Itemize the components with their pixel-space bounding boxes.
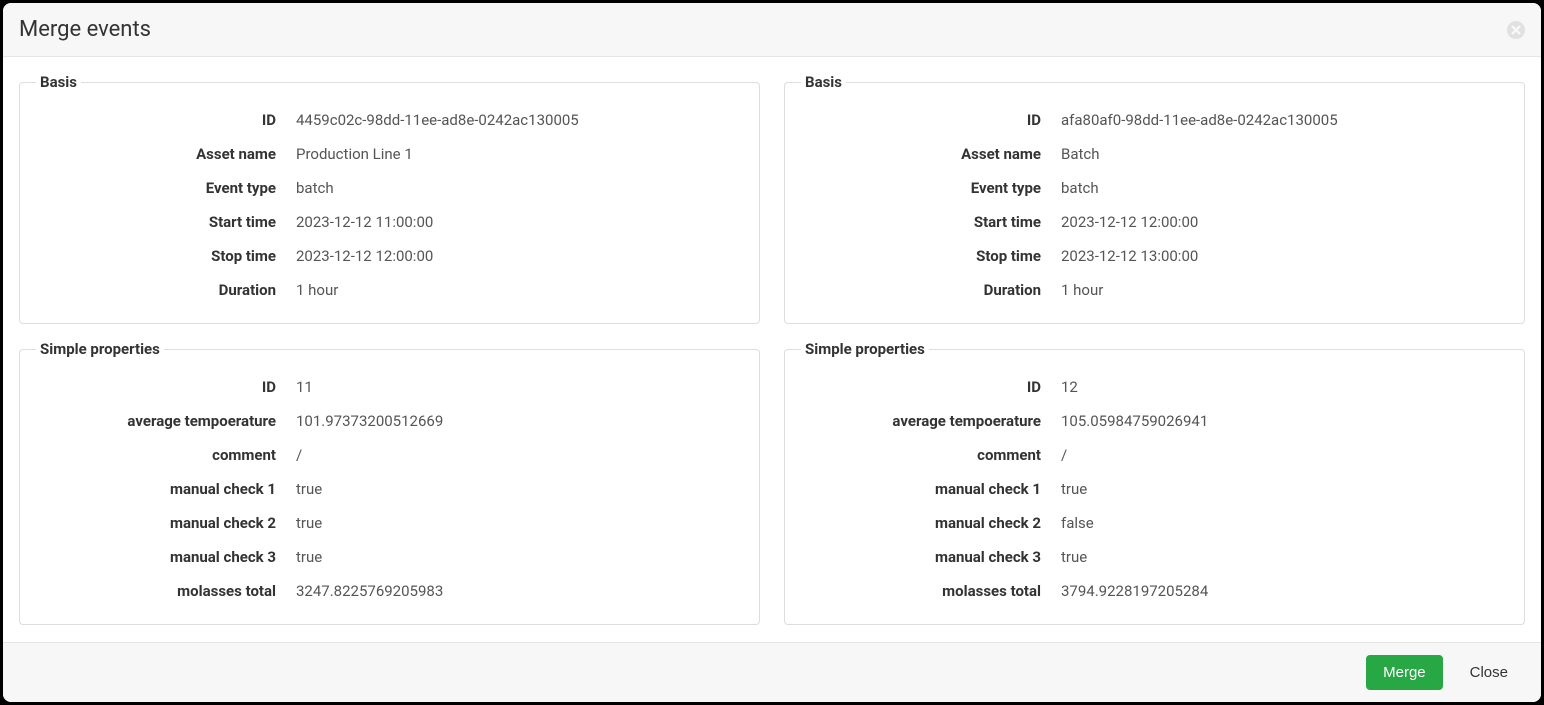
label-start-time: Start time xyxy=(36,213,296,231)
label-molasses-total: molasses total xyxy=(801,582,1061,600)
property-row: manual check 2 false xyxy=(801,506,1508,540)
merge-events-modal: Merge events Basis ID 4459c02c-98dd-11ee… xyxy=(3,3,1541,702)
simple-legend: Simple properties xyxy=(36,340,164,358)
label-avg-temp: average tempoerature xyxy=(36,412,296,430)
property-row: manual check 3 true xyxy=(36,540,743,574)
label-stop-time: Stop time xyxy=(36,247,296,265)
property-row: Stop time 2023-12-12 12:00:00 xyxy=(36,239,743,273)
value-event-type: batch xyxy=(1061,179,1508,197)
property-row: Start time 2023-12-12 12:00:00 xyxy=(801,205,1508,239)
modal-title: Merge events xyxy=(19,17,151,42)
property-row: ID 4459c02c-98dd-11ee-ad8e-0242ac130005 xyxy=(36,103,743,137)
label-manual-check-3: manual check 3 xyxy=(36,548,296,566)
value-start-time: 2023-12-12 12:00:00 xyxy=(1061,213,1508,231)
right-simple-fieldset: Simple properties ID 12 average tempoera… xyxy=(784,340,1525,625)
basis-legend: Basis xyxy=(36,73,81,91)
property-row: ID afa80af0-98dd-11ee-ad8e-0242ac130005 xyxy=(801,103,1508,137)
value-molasses-total: 3247.8225769205983 xyxy=(296,582,743,600)
label-start-time: Start time xyxy=(801,213,1061,231)
property-row: ID 11 xyxy=(36,370,743,404)
modal-body: Basis ID 4459c02c-98dd-11ee-ad8e-0242ac1… xyxy=(3,57,1541,642)
value-avg-temp: 105.05984759026941 xyxy=(1061,412,1508,430)
property-row: manual check 3 true xyxy=(801,540,1508,574)
modal-header: Merge events xyxy=(3,3,1541,57)
label-manual-check-2: manual check 2 xyxy=(36,514,296,532)
label-avg-temp: average tempoerature xyxy=(801,412,1061,430)
property-row: Start time 2023-12-12 11:00:00 xyxy=(36,205,743,239)
label-manual-check-1: manual check 1 xyxy=(36,480,296,498)
property-row: manual check 2 true xyxy=(36,506,743,540)
value-stop-time: 2023-12-12 13:00:00 xyxy=(1061,247,1508,265)
property-row: Asset name Batch xyxy=(801,137,1508,171)
property-row: comment / xyxy=(801,438,1508,472)
close-button[interactable]: Close xyxy=(1453,655,1525,690)
property-row: Asset name Production Line 1 xyxy=(36,137,743,171)
property-row: molasses total 3247.8225769205983 xyxy=(36,574,743,608)
label-manual-check-2: manual check 2 xyxy=(801,514,1061,532)
property-row: Duration 1 hour xyxy=(36,273,743,307)
left-basis-fieldset: Basis ID 4459c02c-98dd-11ee-ad8e-0242ac1… xyxy=(19,73,760,324)
property-row: manual check 1 true xyxy=(36,472,743,506)
value-event-type: batch xyxy=(296,179,743,197)
property-row: Event type batch xyxy=(801,171,1508,205)
label-duration: Duration xyxy=(801,281,1061,299)
value-duration: 1 hour xyxy=(296,281,743,299)
value-id: 12 xyxy=(1061,378,1508,396)
property-row: Event type batch xyxy=(36,171,743,205)
value-manual-check-2: true xyxy=(296,514,743,532)
merge-button[interactable]: Merge xyxy=(1366,655,1443,690)
property-row: Duration 1 hour xyxy=(801,273,1508,307)
value-asset-name: Batch xyxy=(1061,145,1508,163)
value-molasses-total: 3794.9228197205284 xyxy=(1061,582,1508,600)
value-duration: 1 hour xyxy=(1061,281,1508,299)
right-column: Basis ID afa80af0-98dd-11ee-ad8e-0242ac1… xyxy=(784,73,1525,626)
value-comment: / xyxy=(1061,446,1508,464)
label-id: ID xyxy=(801,378,1061,396)
right-basis-fieldset: Basis ID afa80af0-98dd-11ee-ad8e-0242ac1… xyxy=(784,73,1525,324)
label-event-type: Event type xyxy=(36,179,296,197)
label-id: ID xyxy=(801,111,1061,129)
value-manual-check-3: true xyxy=(296,548,743,566)
property-row: manual check 1 true xyxy=(801,472,1508,506)
label-manual-check-3: manual check 3 xyxy=(801,548,1061,566)
label-asset-name: Asset name xyxy=(801,145,1061,163)
close-icon[interactable] xyxy=(1507,21,1525,39)
left-column: Basis ID 4459c02c-98dd-11ee-ad8e-0242ac1… xyxy=(19,73,760,626)
simple-legend: Simple properties xyxy=(801,340,929,358)
label-asset-name: Asset name xyxy=(36,145,296,163)
property-row: molasses total 3794.9228197205284 xyxy=(801,574,1508,608)
label-manual-check-1: manual check 1 xyxy=(801,480,1061,498)
property-row: Stop time 2023-12-12 13:00:00 xyxy=(801,239,1508,273)
value-comment: / xyxy=(296,446,743,464)
property-row: average tempoerature 105.05984759026941 xyxy=(801,404,1508,438)
value-start-time: 2023-12-12 11:00:00 xyxy=(296,213,743,231)
value-id: afa80af0-98dd-11ee-ad8e-0242ac130005 xyxy=(1061,111,1508,129)
value-manual-check-1: true xyxy=(296,480,743,498)
value-manual-check-2: false xyxy=(1061,514,1508,532)
value-id: 4459c02c-98dd-11ee-ad8e-0242ac130005 xyxy=(296,111,743,129)
value-manual-check-1: true xyxy=(1061,480,1508,498)
label-id: ID xyxy=(36,111,296,129)
label-event-type: Event type xyxy=(801,179,1061,197)
label-duration: Duration xyxy=(36,281,296,299)
label-molasses-total: molasses total xyxy=(36,582,296,600)
value-id: 11 xyxy=(296,378,743,396)
value-avg-temp: 101.97373200512669 xyxy=(296,412,743,430)
label-comment: comment xyxy=(801,446,1061,464)
label-comment: comment xyxy=(36,446,296,464)
label-id: ID xyxy=(36,378,296,396)
basis-legend: Basis xyxy=(801,73,846,91)
value-stop-time: 2023-12-12 12:00:00 xyxy=(296,247,743,265)
value-manual-check-3: true xyxy=(1061,548,1508,566)
left-simple-fieldset: Simple properties ID 11 average tempoera… xyxy=(19,340,760,625)
property-row: comment / xyxy=(36,438,743,472)
value-asset-name: Production Line 1 xyxy=(296,145,743,163)
modal-footer: Merge Close xyxy=(3,642,1541,702)
property-row: average tempoerature 101.97373200512669 xyxy=(36,404,743,438)
label-stop-time: Stop time xyxy=(801,247,1061,265)
property-row: ID 12 xyxy=(801,370,1508,404)
